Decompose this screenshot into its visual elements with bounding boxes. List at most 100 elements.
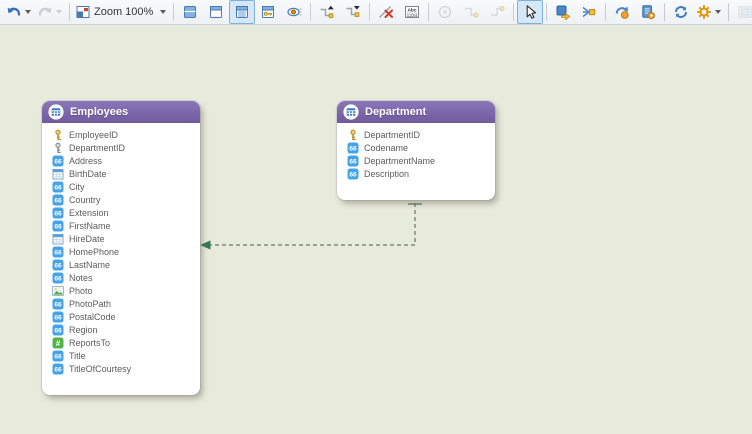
entity-header[interactable]: Department xyxy=(337,101,495,123)
field-row[interactable]: Photo xyxy=(52,284,194,297)
entity-view-header-button[interactable] xyxy=(203,0,229,24)
new-document-button[interactable] xyxy=(635,0,661,24)
field-name: PhotoPath xyxy=(69,299,111,309)
merge-button[interactable] xyxy=(576,0,602,24)
field-row[interactable]: 66LastName xyxy=(52,258,194,271)
field-name: LastName xyxy=(69,260,110,270)
field-row[interactable]: 66 City xyxy=(52,180,194,193)
field-row[interactable]: 66Address xyxy=(52,154,194,167)
image-field-icon xyxy=(52,285,64,297)
svg-text:66: 66 xyxy=(349,171,357,178)
field-row[interactable]: BirthDate xyxy=(52,167,194,180)
number-field-icon: # xyxy=(52,337,64,349)
entity-header-icon xyxy=(208,4,224,20)
connector-b-icon xyxy=(489,4,505,20)
svg-text:66: 66 xyxy=(54,314,62,321)
table-icon xyxy=(343,104,359,120)
redo-button xyxy=(35,0,66,24)
field-name: Photo xyxy=(69,286,93,296)
field-name: Title xyxy=(69,351,86,361)
view-options-button[interactable] xyxy=(281,0,307,24)
route-down-icon xyxy=(345,4,361,20)
field-row[interactable]: 66Extension xyxy=(52,206,194,219)
entity-view-compact-button[interactable] xyxy=(177,0,203,24)
field-name: BirthDate xyxy=(69,169,107,179)
field-name: Codename xyxy=(364,143,408,153)
diagram-canvas[interactable]: EmployeesEmployeeIDDepartmentID66Address… xyxy=(0,26,752,434)
entity-department[interactable]: DepartmentDepartmentID66Codename66Depart… xyxy=(337,101,495,200)
date-field-icon xyxy=(52,168,64,180)
field-row[interactable]: 66 Title xyxy=(52,349,194,362)
entity-header[interactable]: Employees xyxy=(42,101,200,123)
rename-button[interactable]: Abc1234 xyxy=(399,0,425,24)
field-row[interactable]: 66Region xyxy=(52,323,194,336)
entity-employees[interactable]: Employees EmployeeID DepartmentID66Address… xyxy=(42,101,200,395)
refresh-button[interactable] xyxy=(668,0,694,24)
field-row[interactable]: DepartmentID xyxy=(52,141,194,154)
toolbar-separator xyxy=(428,3,429,21)
zoom-window-icon xyxy=(75,4,91,20)
svg-text:66: 66 xyxy=(54,301,62,308)
undo-button[interactable] xyxy=(4,0,35,24)
text-field-icon: 66 xyxy=(52,298,64,310)
svg-text:66: 66 xyxy=(54,184,62,191)
connector-a-icon xyxy=(463,4,479,20)
text-field-icon: 66 xyxy=(52,194,64,206)
field-row[interactable]: 66 Codename xyxy=(347,141,489,154)
field-row[interactable]: HireDate xyxy=(52,232,194,245)
field-row[interactable]: 66 FirstName xyxy=(52,219,194,232)
field-row[interactable]: 66 Country xyxy=(52,193,194,206)
field-row[interactable]: 66 PhotoPath xyxy=(52,297,194,310)
text-field-icon: 66 xyxy=(52,246,64,258)
text-field-icon: 66 xyxy=(347,155,359,167)
toolbar-separator xyxy=(513,3,514,21)
zoom-control[interactable]: Zoom 100% xyxy=(73,0,170,24)
field-row[interactable]: EmployeeID xyxy=(52,128,194,141)
field-name: FirstName xyxy=(69,221,111,231)
text-field-icon: 66 xyxy=(52,350,64,362)
field-row[interactable]: 66Notes xyxy=(52,271,194,284)
status-button xyxy=(432,0,458,24)
field-name: HireDate xyxy=(69,234,105,244)
import-button[interactable] xyxy=(609,0,635,24)
text-field-icon: 66 xyxy=(52,220,64,232)
svg-text:66: 66 xyxy=(349,158,357,165)
svg-text:66: 66 xyxy=(54,366,62,373)
svg-text:66: 66 xyxy=(54,197,62,204)
field-name: DepartmentID xyxy=(69,143,125,153)
field-row[interactable]: #ReportsTo xyxy=(52,336,194,349)
field-name: City xyxy=(69,182,85,192)
route-connector-down-button[interactable] xyxy=(340,0,366,24)
entity-attributes-icon xyxy=(234,4,250,20)
field-row[interactable]: DepartmentID xyxy=(347,128,489,141)
route-up-icon xyxy=(319,4,335,20)
text-field-icon: 66 xyxy=(52,155,64,167)
key-field-icon xyxy=(52,129,64,141)
field-row[interactable]: 66 TitleOfCourtesy xyxy=(52,362,194,375)
entity-view-keys-button[interactable] xyxy=(255,0,281,24)
svg-text:66: 66 xyxy=(54,327,62,334)
field-name: Country xyxy=(69,195,101,205)
add-to-diagram-button[interactable] xyxy=(550,0,576,24)
entity-view-attributes-button[interactable] xyxy=(229,0,255,24)
dropdown-caret-icon xyxy=(25,10,31,14)
entity-compact-icon xyxy=(182,4,198,20)
toolbar: Zoom 100% Abc1234 xyxy=(0,0,752,25)
route-connector-up-button[interactable] xyxy=(314,0,340,24)
field-row[interactable]: 66HomePhone xyxy=(52,245,194,258)
field-name: TitleOfCourtesy xyxy=(69,364,131,374)
settings-gear-icon xyxy=(696,4,712,20)
remove-relation-button[interactable] xyxy=(373,0,399,24)
pointer-tool-button[interactable] xyxy=(517,0,543,24)
settings-button[interactable] xyxy=(694,0,725,24)
svg-text:66: 66 xyxy=(54,275,62,282)
dropdown-caret-icon xyxy=(160,10,166,14)
field-name: DepartmentName xyxy=(364,156,435,166)
text-field-icon: 66 xyxy=(347,142,359,154)
field-row[interactable]: 66PostalCode xyxy=(52,310,194,323)
field-row[interactable]: 66 DepartmentName xyxy=(347,154,489,167)
field-row[interactable]: 66Description xyxy=(347,167,489,180)
svg-text:1234: 1234 xyxy=(407,13,418,19)
entity-title: Employees xyxy=(70,106,128,118)
toolbar-separator xyxy=(664,3,665,21)
